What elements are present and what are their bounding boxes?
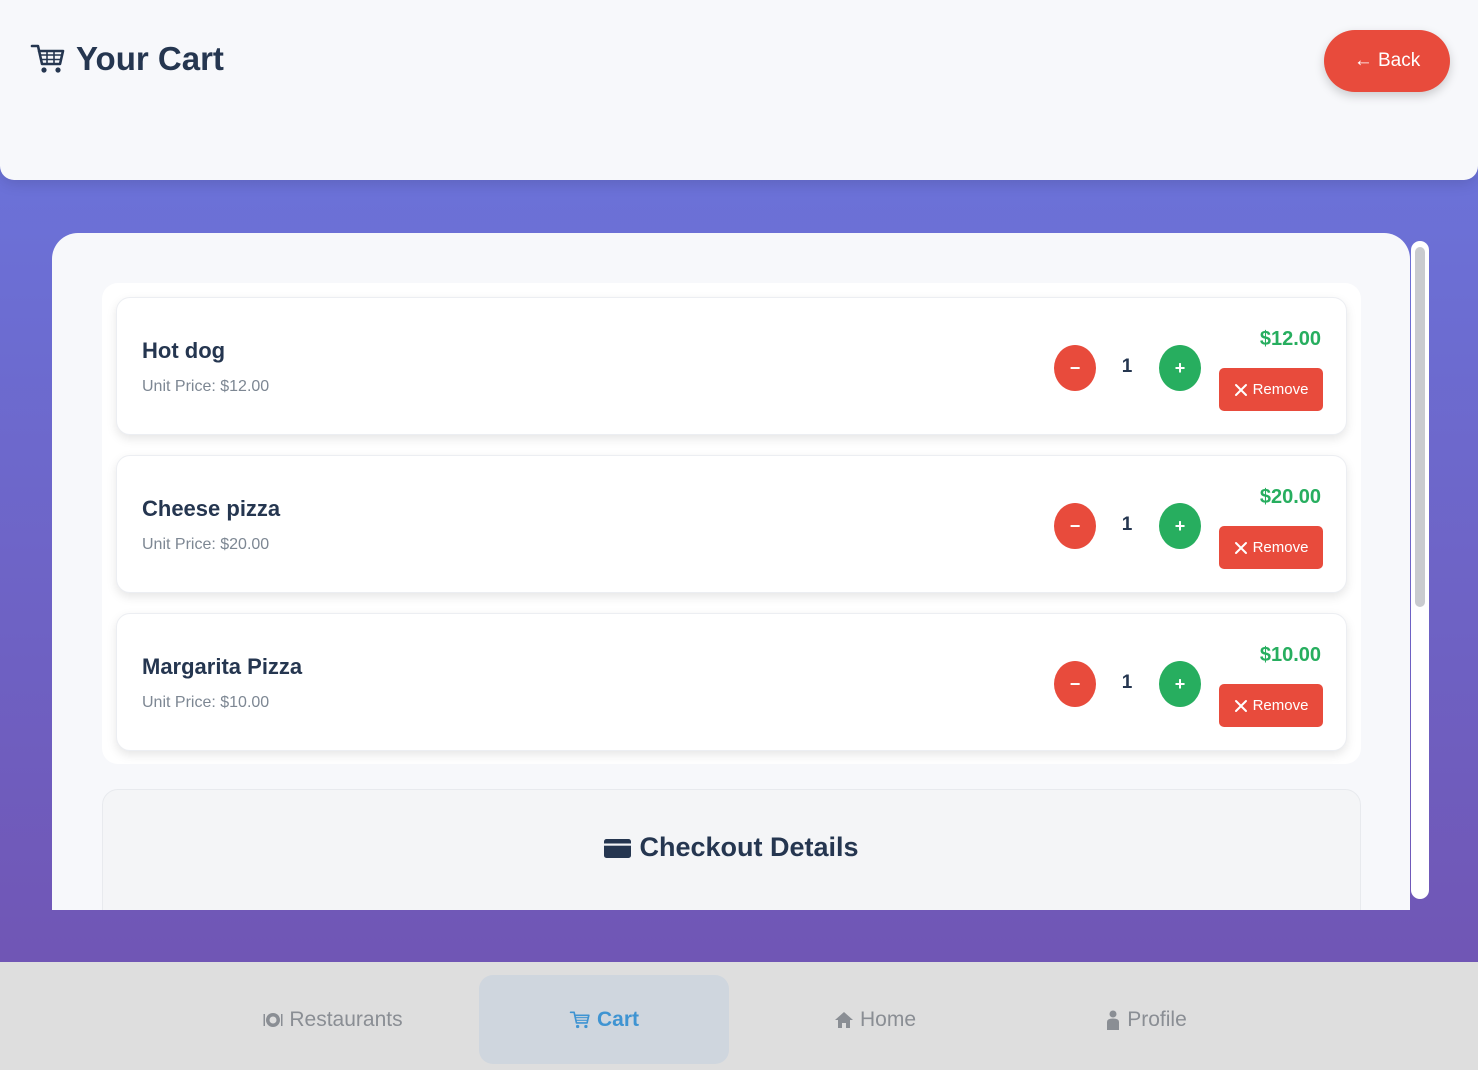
cart-icon: [30, 42, 66, 76]
item-name: Cheese pizza: [142, 496, 281, 521]
nav-item-cart[interactable]: Cart: [479, 975, 729, 1064]
back-button[interactable]: ← Back: [1324, 30, 1450, 92]
cart-items-list: Hot dog Unit Price: $12.00 − 1 + $12.00 …: [102, 283, 1361, 764]
cart-panel: Hot dog Unit Price: $12.00 − 1 + $12.00 …: [52, 233, 1410, 910]
increase-quantity-button[interactable]: +: [1159, 345, 1201, 391]
item-quantity: 1: [1121, 672, 1133, 693]
item-unit-price: Unit Price: $20.00: [142, 536, 270, 553]
remove-item-button[interactable]: Remove: [1219, 684, 1323, 727]
nav-item-restaurants[interactable]: Restaurants: [208, 975, 458, 1064]
header: Your Cart ← Back: [0, 0, 1478, 180]
item-total-price: $20.00: [1259, 486, 1321, 508]
increase-quantity-button[interactable]: +: [1159, 661, 1201, 707]
scrollbar[interactable]: [1411, 241, 1429, 899]
remove-label: Remove: [1252, 381, 1309, 398]
remove-item-button[interactable]: Remove: [1219, 526, 1323, 569]
credit-card-icon: [604, 837, 632, 859]
cart-item: Cheese pizza Unit Price: $20.00 − 1 + $2…: [116, 455, 1347, 593]
cart-item: Margarita Pizza Unit Price: $10.00 − 1 +…: [116, 613, 1347, 751]
checkout-title-text: Checkout Details: [639, 832, 859, 862]
item-unit-price: Unit Price: $10.00: [142, 694, 270, 711]
page-title-text: Your Cart: [76, 40, 224, 77]
checkout-title: Checkout Details: [103, 832, 1360, 863]
decrease-quantity-button[interactable]: −: [1054, 661, 1096, 707]
plate-icon: [263, 1012, 283, 1027]
nav-label: Home: [859, 1007, 917, 1031]
close-icon: [1234, 383, 1248, 397]
bottom-nav: Restaurants Cart Home Profile: [0, 962, 1478, 1070]
scrollbar-thumb[interactable]: [1415, 247, 1425, 607]
close-icon: [1234, 541, 1248, 555]
increase-quantity-button[interactable]: +: [1159, 503, 1201, 549]
nav-label: Cart: [596, 1007, 639, 1031]
nav-item-home[interactable]: Home: [750, 975, 1000, 1064]
decrease-quantity-button[interactable]: −: [1054, 345, 1096, 391]
close-icon: [1234, 699, 1248, 713]
remove-label: Remove: [1252, 697, 1309, 714]
item-name: Hot dog: [142, 338, 226, 363]
remove-item-button[interactable]: Remove: [1219, 368, 1323, 411]
page-title: Your Cart: [30, 40, 224, 78]
item-unit-price: Unit Price: $12.00: [142, 378, 270, 395]
item-quantity: 1: [1121, 356, 1133, 377]
item-total-price: $10.00: [1259, 644, 1321, 666]
person-icon: [1107, 1010, 1120, 1030]
decrease-quantity-button[interactable]: −: [1054, 503, 1096, 549]
nav-label: Profile: [1127, 1007, 1187, 1031]
item-quantity: 1: [1121, 514, 1133, 535]
remove-label: Remove: [1252, 539, 1309, 556]
cart-icon: [569, 1011, 590, 1028]
nav-item-profile[interactable]: Profile: [1021, 975, 1271, 1064]
item-name: Margarita Pizza: [142, 654, 303, 679]
cart-item: Hot dog Unit Price: $12.00 − 1 + $12.00 …: [116, 297, 1347, 435]
home-icon: [834, 1011, 853, 1028]
item-total-price: $12.00: [1259, 328, 1321, 350]
checkout-section: Checkout Details: [102, 789, 1361, 910]
nav-label: Restaurants: [289, 1007, 403, 1031]
